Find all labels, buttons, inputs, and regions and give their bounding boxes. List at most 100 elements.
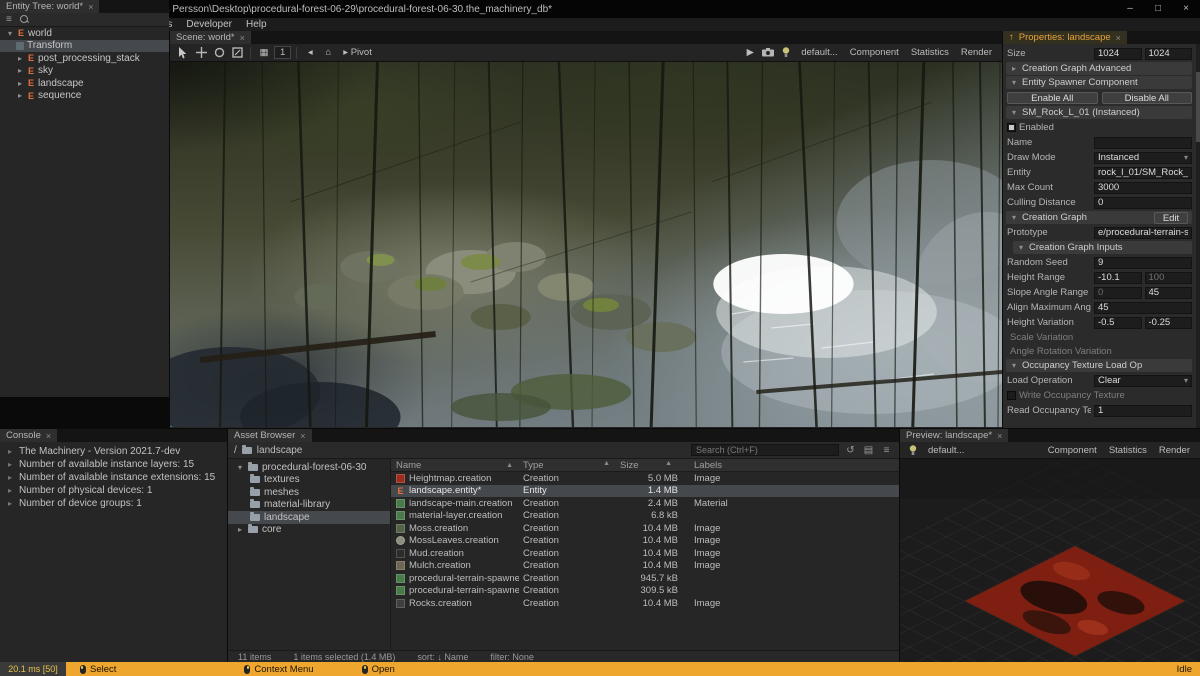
menu-icon[interactable]: ≡ [6,14,12,25]
maximize-button[interactable]: □ [1144,0,1172,18]
chevron-right-icon[interactable]: ▸ [236,525,244,534]
render-button[interactable]: Render [1154,445,1195,456]
console-line[interactable]: ▸ Number of device groups: 1 [0,497,227,510]
component-button[interactable]: Component [1043,445,1102,456]
file-row[interactable]: Mulch.creation Creation 10.4 MB Image [391,560,899,573]
file-row-selected[interactable]: Elandscape.entity* Entity 1.4 MB [391,484,899,497]
minimize-button[interactable]: – [1116,0,1144,18]
breadcrumb-root[interactable]: / [234,445,237,456]
size-x-field[interactable] [1094,47,1142,60]
read-occupancy-field[interactable] [1094,404,1192,417]
tab-entity-tree[interactable]: Entity Tree: world* × [0,0,100,13]
history-icon[interactable]: ↺ [844,445,857,456]
folder-item-meshes[interactable]: meshes [228,486,390,499]
section-occupancy-texture[interactable]: ▾ Occupancy Texture Load Op [1006,359,1192,372]
tree-item-sequence[interactable]: ▸ E sequence [0,90,169,103]
write-occupancy-checkbox[interactable] [1007,391,1016,400]
size-y-field[interactable] [1144,47,1192,60]
select-tool-icon[interactable] [175,46,191,60]
console-line[interactable]: ▸ Number of physical devices: 1 [0,484,227,497]
chevron-right-icon[interactable]: ▸ [16,79,24,88]
chevron-down-icon[interactable]: ▾ [236,463,244,472]
grid-size-field[interactable]: 1 [274,46,292,59]
statistics-button[interactable]: Statistics [906,47,954,58]
column-size[interactable]: Size ▲ [616,460,688,471]
tree-item-transform[interactable]: Transform [0,39,169,52]
preview-viewport[interactable] [900,459,1200,662]
scrollbar-thumb[interactable] [1196,72,1200,142]
menu-help[interactable]: Help [246,19,267,30]
section-creation-graph[interactable]: ▾ Creation Graph Edit [1006,211,1192,224]
align-maximum-angle-field[interactable] [1094,301,1192,314]
console-line[interactable]: ▸ The Machinery - Version 2021.7-dev [0,445,227,458]
pin-up-icon[interactable]: ↑ [1009,32,1014,43]
height-range-max-field[interactable] [1144,271,1192,284]
height-variation-max-field[interactable] [1144,316,1192,329]
grid-snap-icon[interactable]: ▦ [256,46,272,60]
column-type[interactable]: Type ▲ [519,460,616,471]
statistics-button[interactable]: Statistics [1104,445,1152,456]
console-line[interactable]: ▸ Number of available instance extensions… [0,471,227,484]
close-icon[interactable]: × [240,33,245,43]
column-name[interactable]: Name ▲ [391,460,519,471]
max-count-field[interactable] [1094,181,1192,194]
close-icon[interactable]: × [46,431,51,441]
tab-console[interactable]: Console × [0,429,58,442]
camera-preset-dropdown[interactable]: default... [923,445,969,456]
column-labels[interactable]: Labels [688,460,899,471]
scene-viewport[interactable] [170,62,1002,427]
close-icon[interactable]: × [88,2,93,12]
render-button[interactable]: Render [956,47,997,58]
enable-all-button[interactable]: Enable All [1007,91,1098,104]
file-row[interactable]: landscape-main.creation Creation 2.4 MB Mat… [391,497,899,510]
name-field[interactable] [1094,136,1192,149]
close-icon[interactable]: × [1116,33,1121,43]
breadcrumb-current[interactable]: landscape [257,445,303,456]
section-angle-rotation-variation[interactable]: Angle Rotation Variation [1006,345,1192,358]
slope-angle-max-field[interactable] [1144,286,1192,299]
tree-item-world[interactable]: ▾ E world [0,27,169,40]
tree-item-sky[interactable]: ▸ E sky [0,65,169,78]
section-creation-graph-advanced[interactable]: ▸ Creation Graph Advanced [1006,62,1192,75]
tab-preview[interactable]: Preview: landscape* × [900,429,1009,442]
component-button[interactable]: Component [845,47,904,58]
file-row[interactable]: Heightmap.creation Creation 5.0 MB Image [391,472,899,485]
tree-item-post-processing-stack[interactable]: ▸ E post_processing_stack [0,52,169,65]
folder-item-landscape[interactable]: landscape [228,511,390,524]
move-tool-icon[interactable] [193,46,209,60]
height-range-min-field[interactable] [1094,271,1142,284]
pivot-dropdown[interactable]: ▸ Pivot [338,47,377,58]
chevron-right-icon[interactable]: ▸ [16,91,24,100]
file-row[interactable]: Moss.creation Creation 10.4 MB Image [391,522,899,535]
culling-distance-field[interactable] [1094,196,1192,209]
camera-icon[interactable] [760,46,776,60]
section-creation-graph-inputs[interactable]: ▾ Creation Graph Inputs [1013,241,1192,254]
view-mode-icon[interactable]: ▤ [862,445,875,456]
file-row[interactable]: procedural-terrain-spawner-cell.crCreati… [391,585,899,598]
tab-properties[interactable]: ↑ Properties: landscape × [1003,31,1127,44]
tab-asset-browser[interactable]: Asset Browser × [228,429,312,442]
file-row[interactable]: procedural-terrain-spawner.creatiCreatio… [391,572,899,585]
folder-item-root[interactable]: ▾ procedural-forest-06-30 [228,461,390,474]
slope-angle-min-field[interactable] [1094,286,1142,299]
close-button[interactable]: × [1172,0,1200,18]
back-icon[interactable]: ◂ [302,46,318,60]
rotate-tool-icon[interactable] [211,46,227,60]
filter-icon[interactable]: ≡ [880,445,893,456]
lighting-icon[interactable] [778,46,794,60]
console-line[interactable]: ▸ Number of available instance layers: 15 [0,458,227,471]
prototype-field[interactable] [1094,226,1192,239]
random-seed-field[interactable] [1094,256,1192,269]
folder-item-core[interactable]: ▸ core [228,524,390,537]
file-row[interactable]: MossLeaves.creation Creation 10.4 MB Image [391,535,899,548]
enabled-checkbox[interactable] [1007,123,1016,132]
folder-item-textures[interactable]: textures [228,474,390,487]
disable-all-button[interactable]: Disable All [1101,91,1192,104]
chevron-right-icon[interactable]: ▸ [16,66,24,75]
menu-developer[interactable]: Developer [186,19,232,30]
section-entity-spawner[interactable]: ▾ Entity Spawner Component [1006,76,1192,89]
scale-tool-icon[interactable] [229,46,245,60]
chevron-down-icon[interactable]: ▾ [6,29,14,38]
file-row[interactable]: material-layer.creation Creation 6.8 kB [391,510,899,523]
close-icon[interactable]: × [997,431,1002,441]
